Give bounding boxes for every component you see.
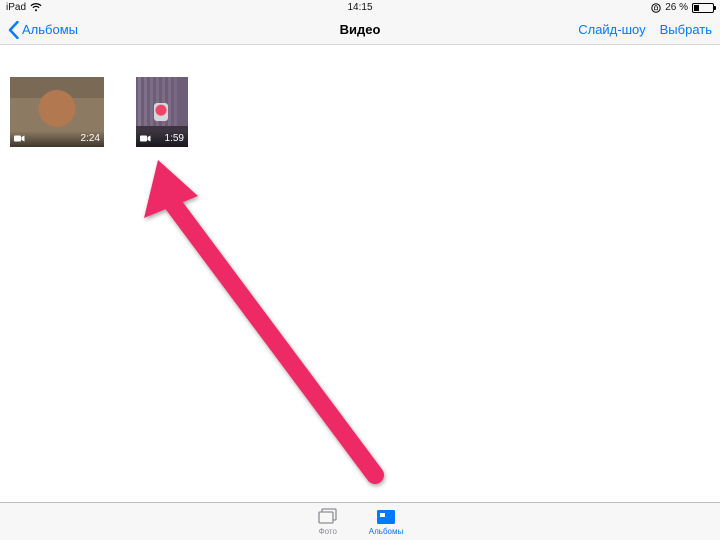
orientation-lock-icon	[651, 3, 661, 13]
status-time: 14:15	[347, 2, 372, 13]
device-name: iPad	[6, 2, 26, 13]
battery-icon	[692, 3, 714, 13]
nav-actions: Слайд-шоу Выбрать	[578, 22, 712, 37]
video-duration: 1:59	[165, 133, 184, 144]
thumbnail-overlay: 1:59	[136, 131, 188, 147]
tab-label: Фото	[319, 527, 337, 536]
video-grid: 2:24 1:59	[0, 45, 720, 179]
video-duration: 2:24	[81, 133, 100, 144]
video-icon	[140, 135, 151, 142]
battery-percent: 26 %	[665, 2, 688, 13]
tab-albums[interactable]: Альбомы	[369, 508, 403, 536]
photo-stack-icon	[317, 508, 339, 526]
status-right: 26 %	[651, 2, 714, 13]
back-button[interactable]: Альбомы	[8, 21, 78, 39]
select-button[interactable]: Выбрать	[660, 22, 712, 37]
wifi-icon	[30, 3, 42, 12]
video-icon	[14, 135, 25, 142]
slideshow-button[interactable]: Слайд-шоу	[578, 22, 645, 37]
chevron-left-icon	[8, 21, 20, 39]
page-title: Видео	[340, 22, 381, 37]
status-bar: iPad 14:15 26 %	[0, 0, 720, 15]
tab-bar: Фото Альбомы	[0, 502, 720, 540]
nav-bar: Альбомы Видео Слайд-шоу Выбрать	[0, 15, 720, 45]
back-label: Альбомы	[22, 22, 78, 37]
thumbnail-overlay: 2:24	[10, 131, 104, 147]
tab-label: Альбомы	[369, 527, 403, 536]
video-thumbnail[interactable]: 2:24	[10, 77, 104, 147]
albums-icon	[375, 508, 397, 526]
video-thumbnail[interactable]: 1:59	[136, 77, 188, 147]
tab-photo[interactable]: Фото	[317, 508, 339, 536]
status-left: iPad	[6, 2, 42, 13]
